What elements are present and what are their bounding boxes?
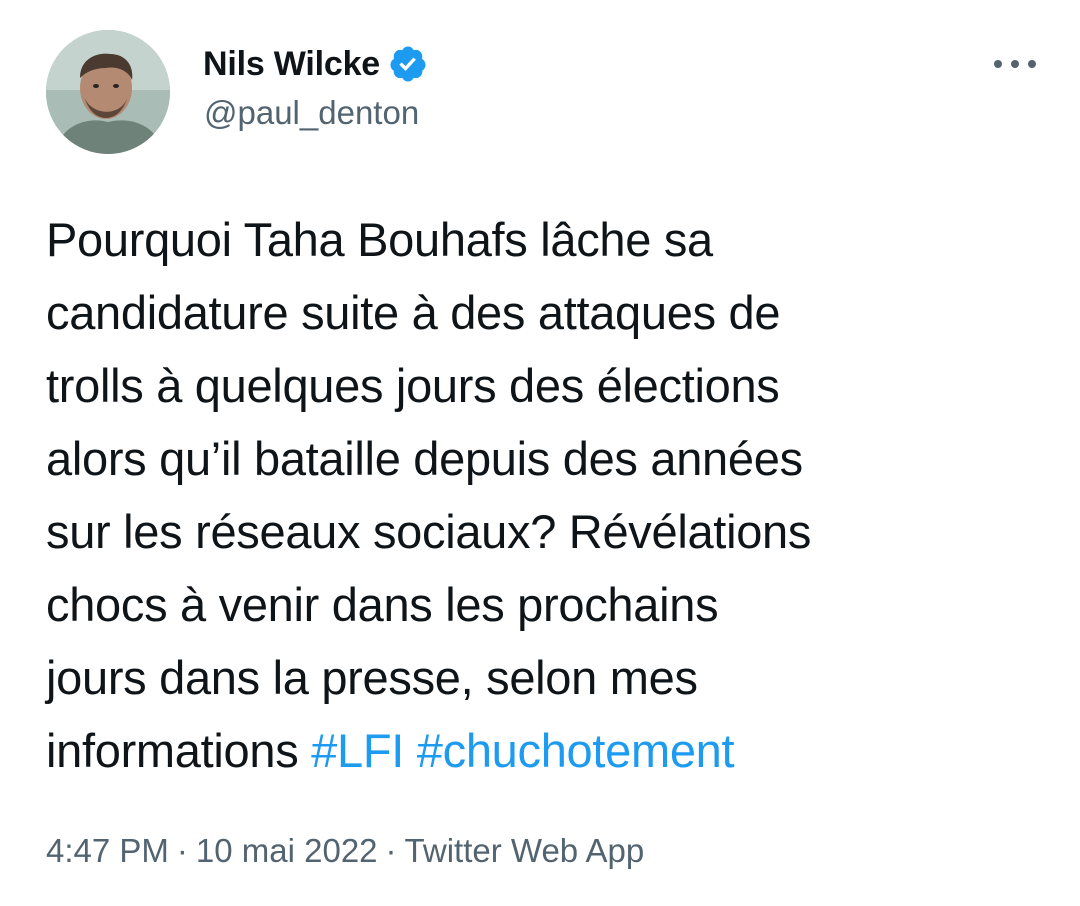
tweet-text-line: Pourquoi Taha Bouhafs lâche sa (46, 213, 713, 266)
author-name-row[interactable]: Nils Wilcke (203, 40, 428, 88)
profile-photo-icon (46, 30, 170, 154)
hashtag-link-lfi[interactable]: #LFI (311, 724, 404, 777)
hashtag-link-chuchotement[interactable]: #chuchotement (417, 724, 735, 777)
meta-separator: · (385, 832, 397, 869)
meta-separator: · (176, 832, 188, 869)
verified-badge-icon (388, 44, 428, 84)
tweet-text-line: trolls à quelques jours des élections (46, 359, 780, 412)
tweet: Nils Wilcke @paul_denton Pourquoi Taha B… (0, 0, 1080, 906)
tweet-text-line: chocs à venir dans les prochains (46, 578, 719, 631)
tweet-text-line: sur les réseaux sociaux? Révélations (46, 505, 812, 558)
tweet-text-line: alors qu’il bataille depuis des années (46, 432, 803, 485)
tweet-text-line: jours dans la presse, selon mes (46, 651, 698, 704)
tweet-metadata: 4:47 PM · 10 mai 2022 · Twitter Web App (46, 832, 644, 870)
more-horizontal-icon (994, 60, 1036, 68)
author-handle[interactable]: @paul_denton (204, 94, 419, 132)
tweet-date[interactable]: 10 mai 2022 (196, 832, 378, 869)
tweet-text: Pourquoi Taha Bouhafs lâche sa candidatu… (46, 203, 1046, 787)
more-options-button[interactable] (980, 44, 1050, 84)
tweet-text-line: candidature suite à des attaques de (46, 286, 781, 339)
avatar[interactable] (46, 30, 170, 154)
tweet-time[interactable]: 4:47 PM (46, 832, 169, 869)
tweet-text-word: informations (46, 724, 299, 777)
display-name[interactable]: Nils Wilcke (203, 45, 380, 84)
tweet-source[interactable]: Twitter Web App (405, 832, 645, 869)
tweet-text-last-line: informations #LFI #chuchotement (46, 714, 1046, 787)
